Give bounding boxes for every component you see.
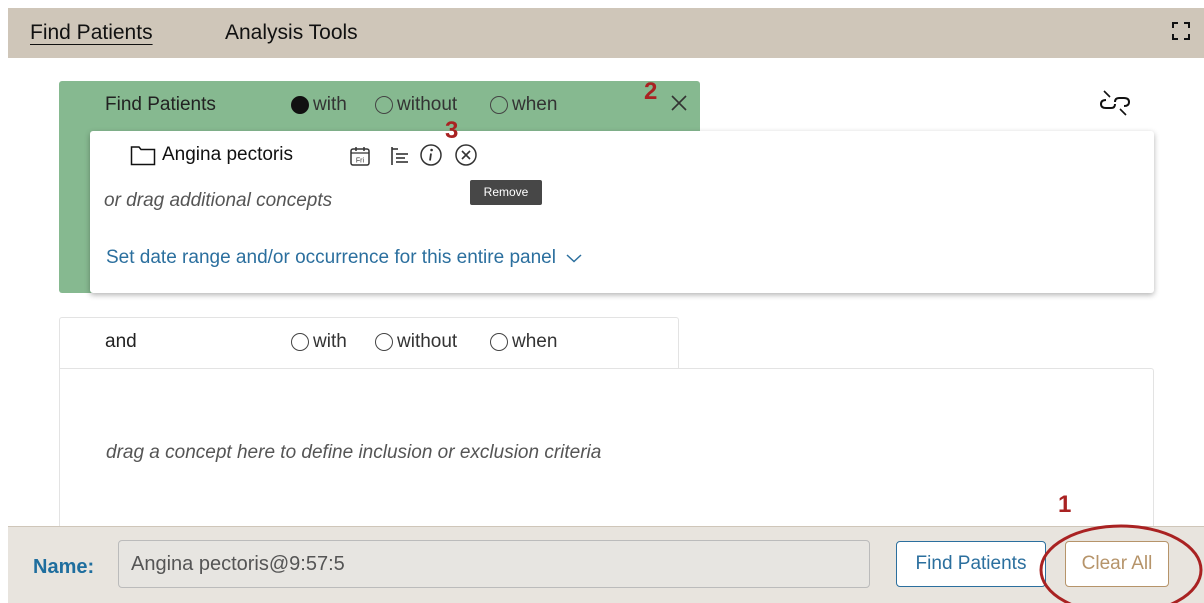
query-panel-2-header: and	[59, 317, 679, 369]
hierarchy-icon[interactable]	[389, 145, 411, 167]
panel1-concept-card: Angina pectoris Fri or drag additional c…	[90, 131, 1154, 293]
bottom-bar: Name: Find Patients Clear All	[8, 526, 1204, 603]
date-range-link-label: Set date range and/or occurrence for thi…	[106, 247, 556, 268]
annotation-number-2: 2	[644, 78, 658, 105]
calendar-icon-text: Fri	[356, 158, 365, 165]
tab-find-patients[interactable]: Find Patients	[30, 21, 153, 45]
radio-unselected-icon	[375, 333, 393, 351]
radio-unselected-icon	[375, 96, 393, 114]
radio-selected-icon	[291, 96, 309, 114]
panel2-radio-when[interactable]: when	[490, 331, 557, 353]
panel2-radio-with[interactable]: with	[291, 331, 347, 353]
query-name-input[interactable]	[118, 540, 870, 588]
concept-label: Angina pectoris	[162, 144, 293, 165]
drop-zone-hint: drag a concept here to define inclusion …	[106, 442, 602, 463]
name-label: Name:	[33, 556, 95, 578]
concept-item[interactable]: Angina pectoris	[130, 144, 293, 166]
radio-label: without	[397, 331, 458, 352]
remove-circle-icon[interactable]	[454, 143, 478, 167]
close-icon[interactable]	[668, 92, 690, 114]
date-range-link[interactable]: Set date range and/or occurrence for thi…	[106, 247, 582, 269]
radio-unselected-icon	[291, 333, 309, 351]
radio-label: with	[313, 94, 347, 115]
radio-label: with	[313, 331, 347, 352]
expand-icon[interactable]	[1172, 22, 1190, 40]
annotation-number-3: 3	[445, 117, 459, 144]
panel1-radio-with[interactable]: with	[291, 94, 347, 116]
radio-unselected-icon	[490, 333, 508, 351]
folder-icon	[130, 146, 156, 166]
radio-label: without	[397, 94, 458, 115]
radio-unselected-icon	[490, 96, 508, 114]
panel2-radio-without[interactable]: without	[375, 331, 457, 353]
drag-additional-hint: or drag additional concepts	[104, 190, 333, 211]
unlink-icon[interactable]	[1098, 88, 1132, 118]
chevron-down-icon	[566, 254, 582, 263]
annotation-number-1: 1	[1058, 491, 1072, 518]
panel1-header-label: Find Patients	[105, 94, 216, 115]
remove-tooltip: Remove	[470, 180, 542, 205]
calendar-icon[interactable]: Fri	[349, 145, 371, 167]
panel2-drop-zone[interactable]: drag a concept here to define inclusion …	[59, 368, 1154, 528]
annotation-ellipse	[1039, 524, 1203, 603]
info-icon[interactable]	[419, 143, 443, 167]
find-patients-button[interactable]: Find Patients	[896, 541, 1046, 587]
tab-analysis-tools[interactable]: Analysis Tools	[225, 21, 358, 45]
radio-label: when	[512, 331, 558, 352]
panel1-radio-without[interactable]: without	[375, 94, 457, 116]
top-nav-bar: Find Patients Analysis Tools	[8, 8, 1204, 58]
radio-label: when	[512, 94, 558, 115]
panel2-header-label: and	[105, 331, 137, 352]
panel1-radio-when[interactable]: when	[490, 94, 557, 116]
